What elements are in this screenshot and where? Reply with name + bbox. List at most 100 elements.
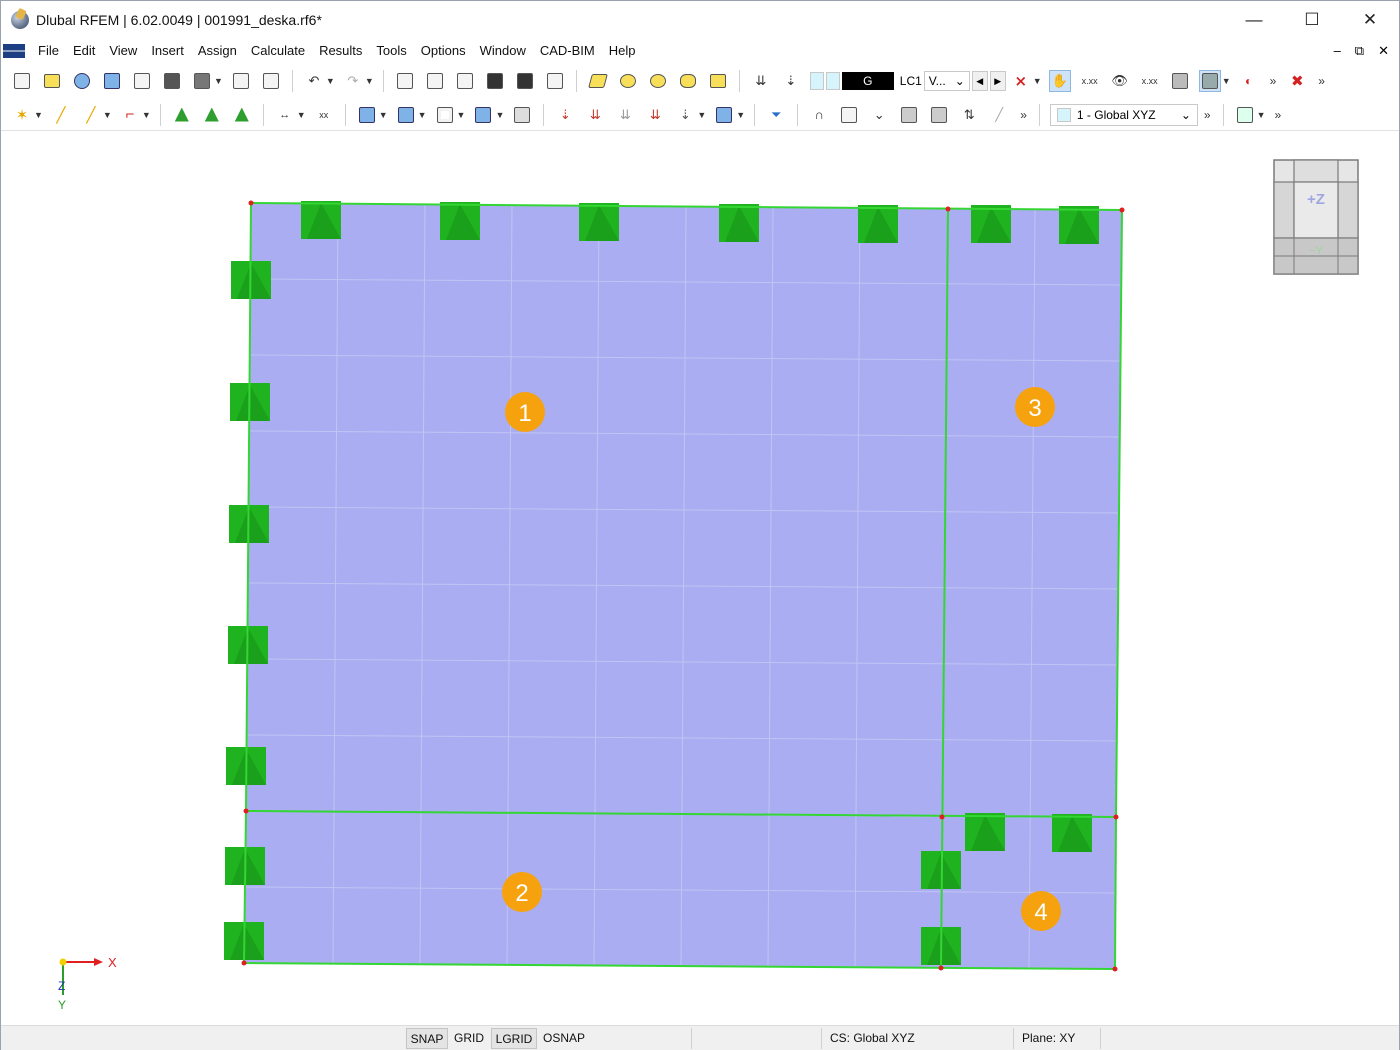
- result-arrows-icon[interactable]: ⇅: [958, 104, 980, 126]
- toolbar-overflow-chevron-right[interactable]: »: [1318, 74, 1325, 88]
- new-surface-icon[interactable]: [356, 104, 378, 126]
- view-mode-icon[interactable]: [1198, 70, 1221, 92]
- navigator-icon[interactable]: [394, 70, 416, 92]
- report-icon[interactable]: [260, 70, 282, 92]
- menu-tools[interactable]: Tools: [369, 39, 413, 63]
- menu-options[interactable]: Options: [414, 39, 473, 63]
- panel-icon[interactable]: [544, 70, 566, 92]
- solid-render-icon[interactable]: [1169, 70, 1191, 92]
- webservice-icon[interactable]: [101, 70, 123, 92]
- grid-toggle[interactable]: GRID: [449, 1028, 489, 1049]
- new-node-icon[interactable]: ✶: [11, 104, 33, 126]
- minimize-button[interactable]: —: [1225, 1, 1283, 39]
- menu-cad-bim[interactable]: CAD-BIM: [533, 39, 602, 63]
- snap-toggle[interactable]: SNAP: [406, 1028, 448, 1049]
- select-freehand-icon[interactable]: [677, 70, 699, 92]
- doc-restore-button[interactable]: ⧉: [1355, 39, 1364, 63]
- new-polyline-icon[interactable]: ⌐: [119, 104, 141, 126]
- menu-insert[interactable]: Insert: [144, 39, 191, 63]
- menu-edit[interactable]: Edit: [66, 39, 102, 63]
- node-point[interactable]: [248, 200, 254, 206]
- select-circle-icon[interactable]: [647, 70, 669, 92]
- surface-support-icon[interactable]: [231, 104, 253, 126]
- toolbar2-end-chevron[interactable]: »: [1275, 108, 1282, 122]
- undo-dropdown-icon[interactable]: ▼: [326, 76, 335, 86]
- dimension-icon[interactable]: ↔: [274, 104, 296, 126]
- nodal-support-icon[interactable]: [719, 204, 759, 242]
- properties-icon[interactable]: [454, 70, 476, 92]
- node-point[interactable]: [938, 965, 944, 971]
- menu-assign[interactable]: Assign: [191, 39, 244, 63]
- new-member-icon[interactable]: ╱: [80, 104, 102, 126]
- menu-results[interactable]: Results: [312, 39, 369, 63]
- nodal-support-icon[interactable]: [965, 813, 1005, 851]
- polyline-dropdown-icon[interactable]: ▼: [142, 110, 151, 120]
- menu-calculate[interactable]: Calculate: [244, 39, 312, 63]
- load-dropdown-icon[interactable]: ▼: [697, 110, 706, 120]
- node-point[interactable]: [1113, 814, 1119, 820]
- dlubal-center-icon[interactable]: [71, 70, 93, 92]
- select-add-icon[interactable]: [707, 70, 729, 92]
- node-point[interactable]: [241, 960, 247, 966]
- result-solid-icon[interactable]: [928, 104, 950, 126]
- select-lasso-icon[interactable]: [617, 70, 639, 92]
- member-dropdown-icon[interactable]: ▼: [103, 110, 112, 120]
- result-filter-icon[interactable]: ⏷: [765, 104, 787, 126]
- menu-file[interactable]: File: [31, 39, 66, 63]
- new-line-icon[interactable]: ╱: [50, 104, 72, 126]
- next-arrow-icon[interactable]: ▶: [989, 71, 1006, 91]
- node-dropdown-icon[interactable]: ▼: [34, 110, 43, 120]
- grid-settings-icon[interactable]: [1234, 104, 1256, 126]
- node-point[interactable]: [1119, 207, 1125, 213]
- tables-icon[interactable]: [424, 70, 446, 92]
- doc-minimize-button[interactable]: –: [1334, 39, 1341, 63]
- view-mode-dropdown-icon[interactable]: ▼: [1222, 76, 1231, 86]
- maximize-button[interactable]: ☐: [1283, 1, 1341, 39]
- nodal-support-icon[interactable]: [171, 104, 193, 126]
- result-diagram-icon[interactable]: ⌄: [868, 104, 890, 126]
- load-case-previous-icon[interactable]: ⇊: [750, 70, 772, 92]
- display-hand-icon[interactable]: ✋: [1048, 70, 1071, 92]
- cube-icon[interactable]: [511, 104, 533, 126]
- node-point[interactable]: [243, 808, 249, 814]
- block-dropdown-icon[interactable]: ▼: [495, 110, 504, 120]
- dlubal-menu-icon[interactable]: [3, 44, 25, 58]
- line-load-icon[interactable]: ⇊: [614, 104, 636, 126]
- surface-load-icon[interactable]: ⇊: [644, 104, 666, 126]
- filter-dropdown-icon[interactable]: ▼: [1033, 76, 1042, 86]
- open-model-icon[interactable]: [41, 70, 63, 92]
- close-button[interactable]: ✕: [1341, 1, 1399, 39]
- toolbar2-overflow-chevron-right[interactable]: »: [1204, 108, 1211, 122]
- toolbar-overflow-chevron[interactable]: »: [1270, 74, 1277, 88]
- solid-dropdown-icon[interactable]: ▼: [418, 110, 427, 120]
- menu-window[interactable]: Window: [473, 39, 533, 63]
- deformation-icon[interactable]: ∩: [808, 104, 830, 126]
- visibility-icon[interactable]: 👁: [1109, 70, 1131, 92]
- coordinate-dimension-icon[interactable]: xx: [313, 104, 335, 126]
- new-opening-icon[interactable]: [434, 104, 456, 126]
- undo-icon[interactable]: ↶: [303, 70, 325, 92]
- coordinate-system-dropdown[interactable]: 1 - Global XYZ ⌄: [1049, 103, 1198, 126]
- animation-icon[interactable]: [838, 104, 860, 126]
- grid-settings-dropdown-icon[interactable]: ▼: [1257, 110, 1266, 120]
- new-solid-icon[interactable]: [395, 104, 417, 126]
- print-icon[interactable]: [191, 70, 213, 92]
- toolbar2-overflow-chevron[interactable]: »: [1020, 108, 1027, 122]
- new-model-icon[interactable]: [11, 70, 33, 92]
- select-polygon-icon[interactable]: [587, 70, 609, 92]
- result-lines-icon[interactable]: ╱: [988, 104, 1010, 126]
- redo-icon[interactable]: ↷: [342, 70, 364, 92]
- new-block-icon[interactable]: [472, 104, 494, 126]
- nodal-support-icon[interactable]: [858, 205, 898, 243]
- values-icon[interactable]: x.xx: [1139, 70, 1161, 92]
- load-wizard-icon[interactable]: [713, 104, 735, 126]
- console-icon[interactable]: [484, 70, 506, 92]
- filter-icon[interactable]: ⨯: [1010, 70, 1032, 92]
- view-cube[interactable]: +Z −Y: [1273, 159, 1359, 275]
- nodal-support-icon[interactable]: [579, 203, 619, 241]
- menu-view[interactable]: View: [102, 39, 144, 63]
- load-case-selector[interactable]: G LC1 V... ⌄ ◀ ▶: [809, 70, 1006, 92]
- nodal-support-icon[interactable]: [440, 202, 480, 240]
- osnap-toggle[interactable]: OSNAP: [538, 1028, 590, 1049]
- dimension-dropdown-icon[interactable]: ▼: [297, 110, 306, 120]
